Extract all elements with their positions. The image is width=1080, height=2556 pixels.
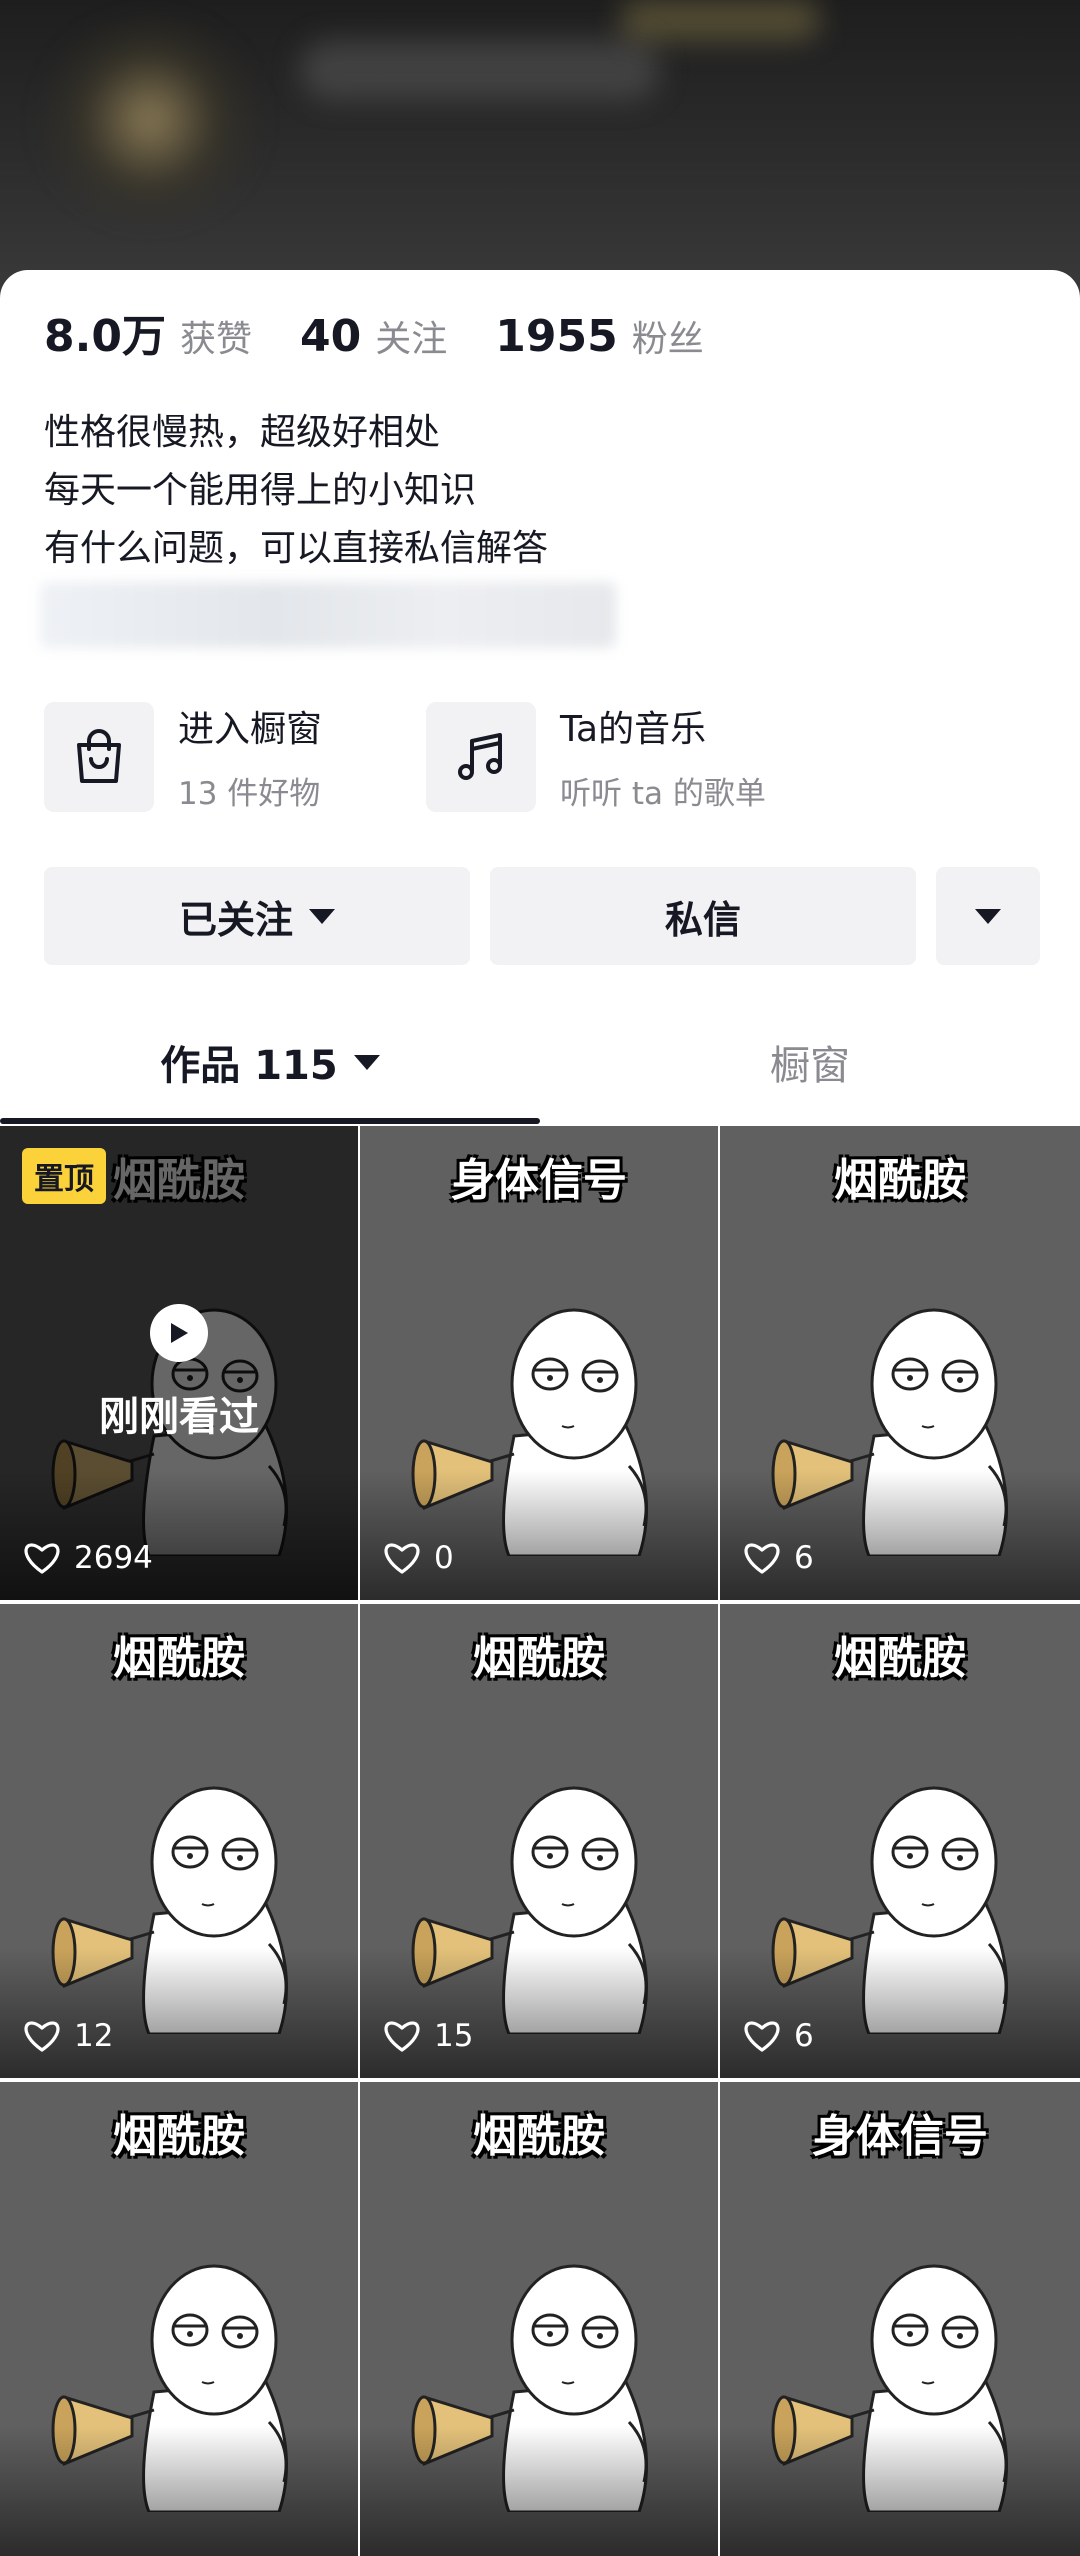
bio-line: 有什么问题，可以直接私信解答 bbox=[44, 528, 549, 569]
like-count: 15 bbox=[384, 2018, 473, 2054]
like-count: 6 bbox=[744, 1540, 814, 1576]
shop-window-subtitle: 13 件好物 bbox=[178, 776, 321, 812]
video-tile[interactable]: 烟酰胺 6 bbox=[720, 1604, 1080, 2078]
tile-gradient bbox=[0, 2426, 358, 2556]
bio-line: 每天一个能用得上的小知识 bbox=[44, 470, 477, 511]
stat-number: 40 bbox=[299, 311, 362, 362]
video-tile[interactable]: 烟酰胺 15 bbox=[360, 1604, 718, 2078]
stat-followers[interactable]: 1955 粉丝 bbox=[495, 310, 703, 362]
music-entry[interactable]: Ta的音乐 听听 ta 的歌单 bbox=[426, 700, 766, 813]
watched-label: 刚刚看过 bbox=[99, 1394, 259, 1440]
active-tab-indicator bbox=[0, 1118, 540, 1124]
following-label: 已关注 bbox=[178, 897, 293, 942]
stat-following[interactable]: 40 关注 bbox=[300, 310, 447, 362]
message-button[interactable]: 私信 bbox=[490, 867, 916, 965]
following-button[interactable]: 已关注 bbox=[44, 867, 470, 965]
video-tile[interactable]: 烟酰胺 bbox=[360, 2082, 718, 2556]
like-count-value: 15 bbox=[434, 2018, 474, 2054]
video-title: 身体信号 bbox=[812, 2111, 988, 2162]
pinned-badge: 置顶 bbox=[22, 1148, 106, 1204]
tile-gradient bbox=[720, 1470, 1080, 1600]
video-title: 烟酰胺 bbox=[473, 2111, 605, 2162]
video-tile[interactable]: 身体信号 0 bbox=[360, 1126, 718, 1600]
music-title: Ta的音乐 bbox=[560, 709, 707, 750]
like-count: 2694 bbox=[24, 1540, 153, 1576]
shopping-bag-icon bbox=[44, 701, 154, 812]
stat-label: 获赞 bbox=[179, 319, 252, 360]
more-button[interactable] bbox=[936, 867, 1040, 965]
stat-label: 关注 bbox=[375, 319, 448, 360]
like-count-value: 0 bbox=[434, 1540, 454, 1576]
music-subtitle: 听听 ta 的歌单 bbox=[560, 776, 766, 812]
profile-bio: 性格很慢热，超级好相处 每天一个能用得上的小知识 有什么问题，可以直接私信解答 bbox=[44, 404, 548, 578]
profile-banner bbox=[0, 0, 1080, 300]
profile-stats: 8.0万 获赞 40 关注 1955 粉丝 bbox=[44, 300, 752, 364]
tile-gradient bbox=[360, 1470, 718, 1600]
video-tile[interactable]: 烟酰胺 12 bbox=[0, 1604, 358, 2078]
banner-blur-shape bbox=[40, 20, 260, 220]
shop-window-title: 进入橱窗 bbox=[178, 709, 323, 750]
tile-gradient bbox=[720, 1948, 1080, 2078]
like-count: 12 bbox=[24, 2018, 113, 2054]
stat-number: 8.0万 bbox=[44, 311, 166, 362]
video-title: 身体信号 bbox=[451, 1155, 627, 1206]
heart-icon bbox=[744, 2021, 780, 2052]
tab-shop-window[interactable]: 橱窗 bbox=[540, 1000, 1080, 1124]
tile-gradient bbox=[360, 1948, 718, 2078]
tab-works[interactable]: 作品 115 bbox=[0, 1000, 540, 1124]
stat-number: 1955 bbox=[495, 311, 618, 362]
video-title: 烟酰胺 bbox=[113, 1633, 245, 1684]
stat-label: 粉丝 bbox=[631, 319, 704, 360]
video-tile[interactable]: 身体信号 bbox=[720, 2082, 1080, 2556]
video-tile[interactable]: 烟酰胺 bbox=[0, 2082, 358, 2556]
tile-gradient bbox=[720, 2426, 1080, 2556]
heart-icon bbox=[24, 1543, 60, 1574]
caret-down-icon bbox=[309, 908, 335, 924]
tab-shop-label: 橱窗 bbox=[770, 1043, 850, 1089]
profile-tabs: 作品 115 橱窗 bbox=[0, 1000, 1080, 1124]
like-count-value: 6 bbox=[794, 1540, 814, 1576]
heart-icon bbox=[24, 2021, 60, 2052]
video-title: 烟酰胺 bbox=[473, 1633, 605, 1684]
heart-icon bbox=[384, 1543, 420, 1574]
like-count: 6 bbox=[744, 2018, 814, 2054]
like-count-value: 2694 bbox=[74, 1540, 153, 1576]
video-title: 烟酰胺 bbox=[834, 1155, 966, 1206]
shop-window-entry[interactable]: 进入橱窗 13 件好物 bbox=[44, 700, 322, 813]
like-count-value: 6 bbox=[794, 2018, 814, 2054]
heart-icon bbox=[744, 1543, 780, 1574]
caret-down-icon bbox=[975, 908, 1001, 924]
video-title: 烟酰胺 bbox=[113, 2111, 245, 2162]
play-icon bbox=[150, 1304, 208, 1362]
like-count: 0 bbox=[384, 1540, 454, 1576]
message-label: 私信 bbox=[664, 897, 741, 942]
banner-blur-shape bbox=[300, 40, 660, 100]
video-tile[interactable]: 烟酰胺刚刚看过2694置顶 bbox=[0, 1126, 358, 1600]
banner-blur-shape bbox=[620, 0, 820, 40]
video-title: 烟酰胺 bbox=[834, 1633, 966, 1684]
profile-actions: 已关注 私信 bbox=[44, 867, 1040, 965]
tile-gradient bbox=[0, 1948, 358, 2078]
caret-down-icon bbox=[353, 1054, 380, 1070]
stat-likes[interactable]: 8.0万 获赞 bbox=[44, 300, 252, 364]
bio-line: 性格很慢热，超级好相处 bbox=[44, 412, 441, 453]
tab-works-label: 作品 115 bbox=[160, 1043, 338, 1089]
video-tile[interactable]: 烟酰胺 6 bbox=[720, 1126, 1080, 1600]
tile-gradient bbox=[360, 2426, 718, 2556]
music-note-icon bbox=[426, 701, 536, 812]
blurred-bio-line bbox=[40, 582, 616, 648]
heart-icon bbox=[384, 2021, 420, 2052]
like-count-value: 12 bbox=[74, 2018, 114, 2054]
